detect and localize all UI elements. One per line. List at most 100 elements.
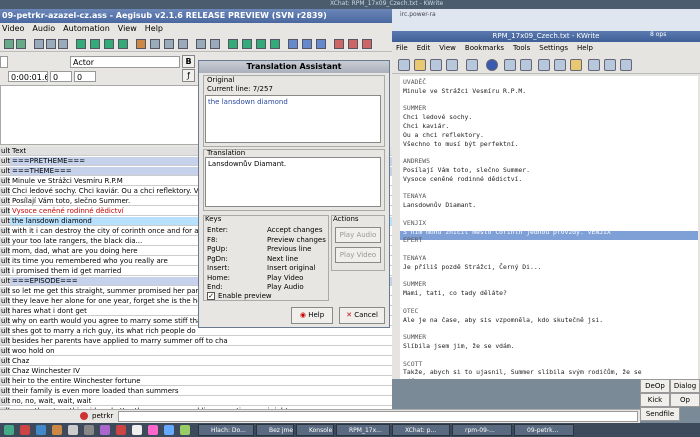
- style-dropdown[interactable]: [0, 56, 8, 68]
- menu-view[interactable]: View: [118, 24, 137, 35]
- taskbar-task[interactable]: Hlach: Do...: [198, 424, 254, 436]
- kwrite-text-area[interactable]: UVADĚČ Minule ve Strážci Vesmíru R.P.M. SU…: [400, 76, 698, 379]
- new-icon[interactable]: [398, 59, 410, 71]
- tool-icon[interactable]: [334, 39, 344, 49]
- sendfile-button[interactable]: Sendfile: [640, 407, 680, 421]
- copy-icon[interactable]: [554, 59, 566, 71]
- subtitle-edit-box[interactable]: [0, 85, 200, 145]
- zoom-out-icon[interactable]: [620, 59, 632, 71]
- tool-icon[interactable]: [58, 39, 68, 49]
- cancel-button[interactable]: ✕ Cancel: [339, 307, 385, 324]
- print-icon[interactable]: [466, 59, 478, 71]
- margin-right-field[interactable]: 0: [74, 71, 96, 82]
- tool-icon[interactable]: [302, 39, 312, 49]
- kw-menu-file[interactable]: File: [396, 44, 408, 54]
- launcher-icon[interactable]: [148, 425, 158, 435]
- tool-icon[interactable]: [118, 39, 128, 49]
- redo-icon[interactable]: [520, 59, 532, 71]
- table-row[interactable]: ult Chaz: [0, 357, 392, 366]
- tool-icon[interactable]: [4, 39, 14, 49]
- kick-button[interactable]: Kick: [640, 393, 670, 407]
- deop-button[interactable]: DeOp: [640, 379, 670, 393]
- launcher-icon[interactable]: [132, 425, 142, 435]
- tool-icon[interactable]: [136, 39, 146, 49]
- actor-field[interactable]: Actor: [70, 56, 180, 68]
- menu-help[interactable]: Help: [145, 24, 163, 35]
- launcher-icon[interactable]: [84, 425, 94, 435]
- tool-icon[interactable]: [242, 39, 252, 49]
- chat-input[interactable]: [118, 411, 638, 422]
- bold-button[interactable]: B: [182, 55, 195, 68]
- tool-icon[interactable]: [362, 39, 372, 49]
- zoom-icon[interactable]: [604, 59, 616, 71]
- taskbar-task[interactable]: 09-petrk...: [514, 424, 574, 436]
- kw-menu-view[interactable]: View: [439, 44, 456, 54]
- tool-icon[interactable]: [164, 39, 174, 49]
- cut-icon[interactable]: [538, 59, 550, 71]
- tool-icon[interactable]: [210, 39, 220, 49]
- play-audio-button[interactable]: Play Audio: [335, 227, 381, 243]
- menu-automation[interactable]: Automation: [63, 24, 110, 35]
- launcher-icon[interactable]: [164, 425, 174, 435]
- tool-icon[interactable]: [16, 39, 26, 49]
- tool-icon[interactable]: [76, 39, 86, 49]
- menu-video[interactable]: Video: [2, 24, 24, 35]
- taskbar-task[interactable]: Konsole: [296, 424, 334, 436]
- table-row[interactable]: ult woo hold on: [0, 347, 392, 356]
- tool-icon[interactable]: [196, 39, 206, 49]
- tool-icon[interactable]: [150, 39, 160, 49]
- tool-icon[interactable]: [316, 39, 326, 49]
- tool-icon[interactable]: [46, 39, 56, 49]
- table-row[interactable]: ult no, no, wait, wait, wait: [0, 397, 392, 406]
- taskbar-task[interactable]: RPM_17x...: [336, 424, 390, 436]
- font-button[interactable]: ƒ: [182, 69, 195, 82]
- launcher-icon[interactable]: [20, 425, 30, 435]
- nick-label[interactable]: petrkr: [92, 412, 113, 420]
- table-row[interactable]: ult shes got to marry a rich guy, its wha…: [0, 327, 392, 336]
- app-launcher-icon[interactable]: [4, 425, 14, 435]
- dialog-button[interactable]: Dialog: [670, 379, 700, 393]
- taskbar-task[interactable]: XChat: p...: [392, 424, 450, 436]
- tool-icon[interactable]: [228, 39, 238, 49]
- op-button[interactable]: Op: [670, 393, 700, 407]
- undo-icon[interactable]: [504, 59, 516, 71]
- kw-menu-tools[interactable]: Tools: [513, 44, 530, 54]
- paste-icon[interactable]: [570, 59, 582, 71]
- tool-icon[interactable]: [90, 39, 100, 49]
- kw-menu-bookmarks[interactable]: Bookmarks: [465, 44, 504, 54]
- launcher-icon[interactable]: [36, 425, 46, 435]
- launcher-icon[interactable]: [116, 425, 126, 435]
- stop-icon[interactable]: [486, 59, 498, 71]
- save-as-icon[interactable]: [446, 59, 458, 71]
- save-icon[interactable]: [430, 59, 442, 71]
- tool-icon[interactable]: [178, 39, 188, 49]
- launcher-icon[interactable]: [100, 425, 110, 435]
- kw-menu-edit[interactable]: Edit: [417, 44, 431, 54]
- launcher-icon[interactable]: [68, 425, 78, 435]
- tool-icon[interactable]: [348, 39, 358, 49]
- tool-icon[interactable]: [104, 39, 114, 49]
- tool-icon[interactable]: [34, 39, 44, 49]
- find-icon[interactable]: [588, 59, 600, 71]
- translation-text-box[interactable]: Lansdownův Diamant.: [205, 157, 381, 207]
- taskbar-task[interactable]: rpm-09-...: [452, 424, 512, 436]
- help-button[interactable]: ◉ Help: [291, 307, 333, 324]
- enable-preview-checkbox[interactable]: ✓: [207, 292, 215, 300]
- kw-menu-help[interactable]: Help: [577, 44, 593, 54]
- table-row[interactable]: ult Chaz Winchester IV: [0, 367, 392, 376]
- tool-icon[interactable]: [270, 39, 280, 49]
- tool-icon[interactable]: [256, 39, 266, 49]
- margin-left-field[interactable]: 0: [50, 71, 72, 82]
- start-time-field[interactable]: 0:00:01.63: [8, 71, 48, 82]
- table-row[interactable]: ult heir to the entire Winchester fortune: [0, 377, 392, 386]
- kw-menu-settings[interactable]: Settings: [539, 44, 568, 54]
- table-row[interactable]: ult their family is even more loaded than…: [0, 387, 392, 396]
- launcher-icon[interactable]: [52, 425, 62, 435]
- launcher-icon[interactable]: [180, 425, 190, 435]
- menu-audio[interactable]: Audio: [32, 24, 55, 35]
- taskbar-task[interactable]: Bez jmen...: [256, 424, 294, 436]
- table-row[interactable]: ult besides her parents have applied to m…: [0, 337, 392, 346]
- tool-icon[interactable]: [288, 39, 298, 49]
- play-video-button[interactable]: Play Video: [335, 247, 381, 263]
- open-icon[interactable]: [414, 59, 426, 71]
